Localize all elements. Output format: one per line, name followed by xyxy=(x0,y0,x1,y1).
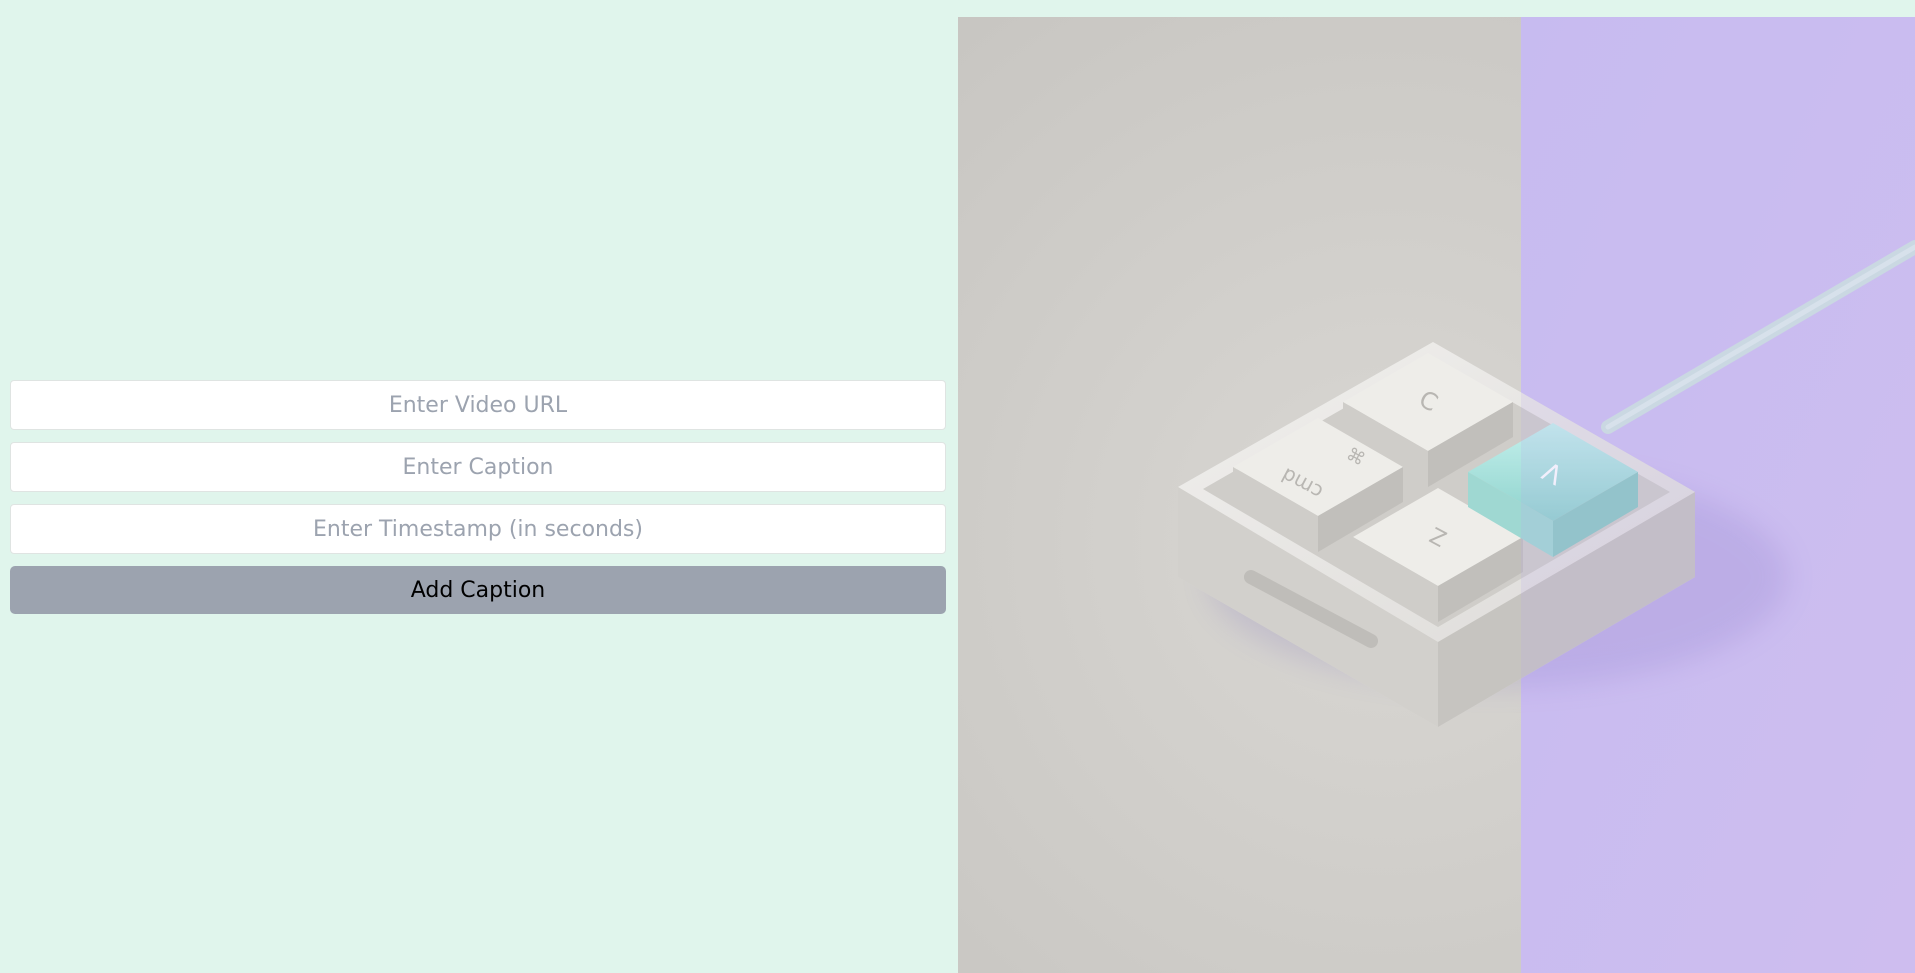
caption-input[interactable] xyxy=(10,442,946,492)
video-url-input[interactable] xyxy=(10,380,946,430)
video-purple-overlay xyxy=(1521,17,1915,973)
timestamp-input[interactable] xyxy=(10,504,946,554)
video-frame-image: C ⌘ cmd Z V xyxy=(958,17,1915,973)
video-player[interactable]: C ⌘ cmd Z V xyxy=(958,17,1915,973)
add-caption-button[interactable]: Add Caption xyxy=(10,566,946,614)
caption-form: Add Caption xyxy=(10,380,946,614)
